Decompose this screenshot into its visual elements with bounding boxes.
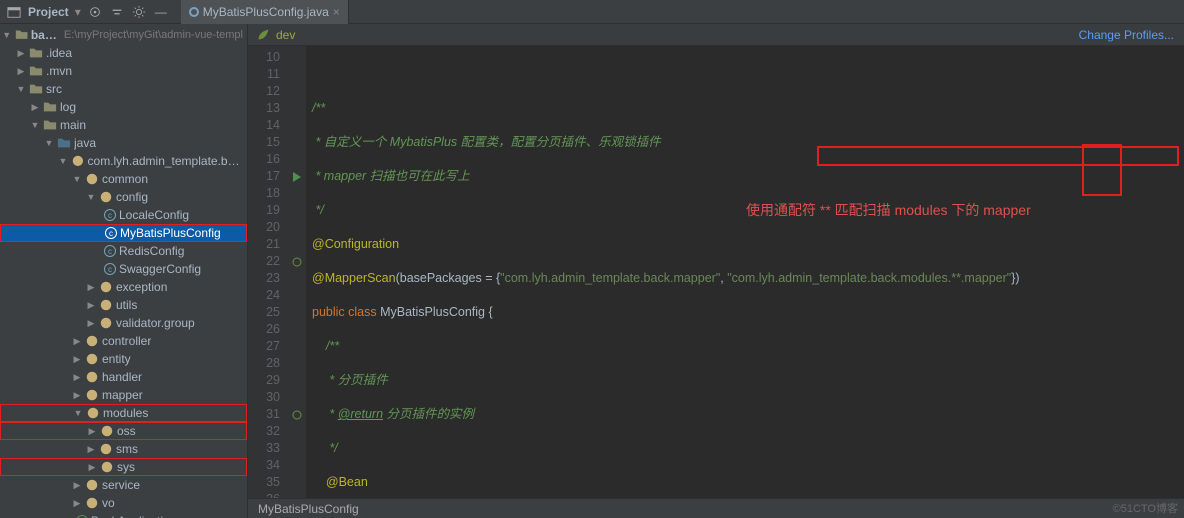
class-icon: c: [105, 227, 117, 239]
folder-icon: [29, 64, 43, 78]
tree-item-backapp[interactable]: ▸BackApplication: [0, 512, 247, 518]
tree-item-common[interactable]: ▼common: [0, 170, 247, 188]
editor-tab[interactable]: MyBatisPlusConfig.java ×: [181, 0, 349, 24]
run-gutter-icon[interactable]: [288, 168, 306, 185]
folder-icon: [29, 46, 43, 60]
tree-item-swaggerconfig[interactable]: cSwaggerConfig: [0, 260, 247, 278]
gutter-icons: [288, 46, 306, 498]
class-icon: c: [104, 263, 116, 275]
tree-item-mvn[interactable]: ▶.mvn: [0, 62, 247, 80]
package-icon: [99, 280, 113, 294]
package-icon: [100, 460, 114, 474]
code-body[interactable]: /** * 自定义一个 MybatisPlus 配置类，配置分页插件、乐观锁插件…: [306, 46, 1184, 498]
profile-bar: dev Change Profiles...: [248, 24, 1184, 46]
package-icon: [85, 388, 99, 402]
folder-icon: [43, 100, 57, 114]
leaf-icon: [256, 28, 270, 42]
change-profiles-link[interactable]: Change Profiles...: [1079, 28, 1174, 42]
class-icon: [189, 7, 199, 17]
line-gutter: 1011121314151617181920212223242526272829…: [248, 46, 288, 498]
tree-item-validator[interactable]: ▶validator.group: [0, 314, 247, 332]
tree-item-modules[interactable]: ▼modules: [0, 404, 247, 422]
tree-root[interactable]: ▼backE:\myProject\myGit\admin-vue-templ: [0, 26, 247, 44]
folder-icon: [29, 82, 43, 96]
tree-item-utils[interactable]: ▶utils: [0, 296, 247, 314]
class-icon: c: [104, 209, 116, 221]
package-icon: [85, 496, 99, 510]
close-icon[interactable]: ×: [333, 5, 340, 19]
tree-item-log[interactable]: ▶log: [0, 98, 247, 116]
tree-item-handler[interactable]: ▶handler: [0, 368, 247, 386]
tree-item-config[interactable]: ▼config: [0, 188, 247, 206]
tree-item-sms[interactable]: ▶sms: [0, 440, 247, 458]
package-icon: [99, 190, 113, 204]
tree-item-sys[interactable]: ▶sys: [0, 458, 247, 476]
top-toolbar: Project ▾ — MyBatisPlusConfig.java ×: [0, 0, 1184, 24]
tree-item-src[interactable]: ▼src: [0, 80, 247, 98]
bean-gutter-icon[interactable]: [288, 253, 306, 270]
folder-icon: [43, 118, 57, 132]
tree-item-entity[interactable]: ▶entity: [0, 350, 247, 368]
tree-item-redisconfig[interactable]: cRedisConfig: [0, 242, 247, 260]
tab-label: MyBatisPlusConfig.java: [203, 5, 329, 19]
package-icon: [85, 334, 99, 348]
tree-item-main[interactable]: ▼main: [0, 116, 247, 134]
watermark: ©51CTO博客: [1113, 500, 1178, 516]
tree-item-service[interactable]: ▶service: [0, 476, 247, 494]
breadcrumb[interactable]: MyBatisPlusConfig: [248, 498, 1184, 518]
class-icon: c: [104, 245, 116, 257]
tree-item-vo[interactable]: ▶vo: [0, 494, 247, 512]
package-icon: [85, 478, 99, 492]
code-editor[interactable]: 1011121314151617181920212223242526272829…: [248, 46, 1184, 498]
package-icon: [86, 406, 100, 420]
gear-icon[interactable]: [131, 4, 147, 20]
bean-gutter-icon[interactable]: [288, 406, 306, 423]
package-icon: [100, 424, 114, 438]
project-label: Project: [28, 5, 69, 19]
package-icon: [85, 172, 99, 186]
tree-item-java[interactable]: ▼java: [0, 134, 247, 152]
tree-item-exception[interactable]: ▶exception: [0, 278, 247, 296]
project-icon: [6, 4, 22, 20]
tree-item-controller[interactable]: ▶controller: [0, 332, 247, 350]
tree-item-pkg[interactable]: ▼com.lyh.admin_template.back: [0, 152, 247, 170]
package-icon: [85, 352, 99, 366]
target-icon[interactable]: [87, 4, 103, 20]
tree-item-mapper[interactable]: ▶mapper: [0, 386, 247, 404]
package-icon: [99, 442, 113, 456]
hide-icon[interactable]: —: [153, 4, 169, 20]
package-icon: [99, 316, 113, 330]
package-icon: [99, 298, 113, 312]
annotation-text: 使用通配符 ** 匹配扫描 modules 下的 mapper: [746, 202, 1031, 219]
tree-item-mybatisplusconfig[interactable]: cMyBatisPlusConfig: [0, 224, 247, 242]
folder-icon: [15, 28, 28, 42]
package-icon: [71, 154, 85, 168]
editor-pane: dev Change Profiles... 10111213141516171…: [248, 24, 1184, 518]
tree-item-oss[interactable]: ▶oss: [0, 422, 247, 440]
profile-label: dev: [276, 28, 295, 42]
folder-icon: [57, 136, 71, 150]
tree-item-localeconfig[interactable]: cLocaleConfig: [0, 206, 247, 224]
project-tree[interactable]: ▼backE:\myProject\myGit\admin-vue-templ …: [0, 24, 248, 518]
collapse-icon[interactable]: [109, 4, 125, 20]
tree-item-idea[interactable]: ▶.idea: [0, 44, 247, 62]
package-icon: [85, 370, 99, 384]
